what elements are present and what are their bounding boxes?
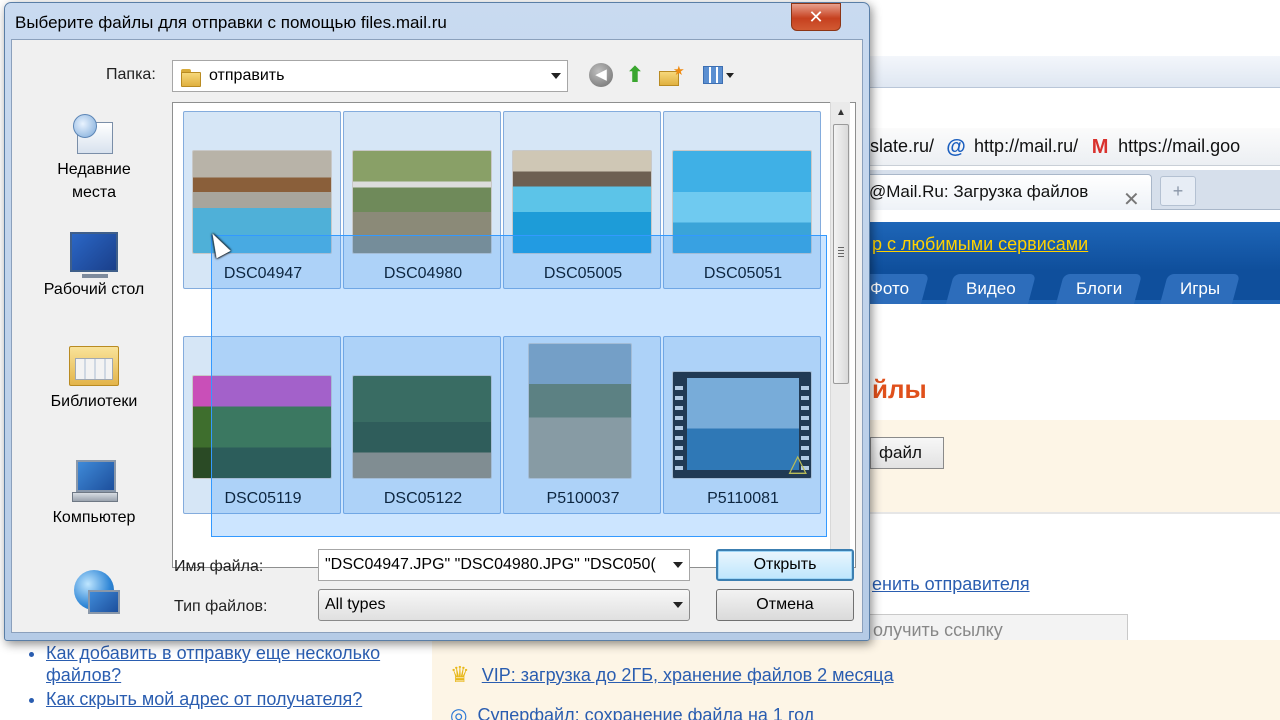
folder-dropdown[interactable]: отправить [172, 60, 568, 92]
view-menu-icon [702, 66, 734, 84]
gmail-icon: M [1091, 135, 1109, 158]
bookmark-mail-ru[interactable]: @ http://mail.ru/ [946, 136, 1078, 157]
folder-icon [181, 67, 201, 87]
bookmark-label: nslate.ru/ [860, 136, 935, 156]
dialog-title: Выберите файлы для отправки с помощью fi… [15, 13, 447, 32]
bookmark-label: https://mail.goo [1118, 136, 1241, 156]
place-label: Недавние [57, 161, 131, 178]
vertical-scrollbar[interactable]: ▲ ▼ [830, 102, 850, 568]
help-link-hide-address[interactable]: Как скрыть мой адрес от получателя? [46, 689, 362, 709]
help-links-list: Как добавить в отправку еще несколько фа… [46, 642, 426, 712]
folder-label: Папка: [106, 66, 156, 83]
promo-link[interactable]: р с любимыми сервисами [872, 234, 1088, 255]
bookmark-label: http://mail.ru/ [974, 136, 1079, 156]
new-folder-icon [659, 63, 685, 86]
change-sender-link[interactable]: енить отправителя [872, 574, 1030, 595]
nav-tab-games[interactable]: Игры [1159, 274, 1241, 304]
place-network[interactable] [18, 568, 170, 614]
view-grid-icon [702, 66, 723, 84]
place-computer[interactable]: Компьютер [18, 458, 170, 529]
crown-icon: ♛ [450, 662, 470, 687]
up-folder-button[interactable]: ⬆ [620, 60, 650, 90]
filetype-label: Тип файлов: [174, 598, 268, 615]
cancel-button[interactable]: Отмена [716, 589, 854, 621]
superfile-link[interactable]: Суперфайл: сохранение файла на 1 год [477, 705, 814, 720]
nav-tab-label: Игры [1180, 279, 1221, 298]
filetype-select[interactable]: All types [318, 589, 690, 621]
view-menu-button[interactable] [698, 60, 738, 90]
network-icon [70, 568, 120, 614]
list-item: Как скрыть мой адрес от получателя? [46, 688, 426, 710]
chevron-down-icon [551, 73, 561, 79]
filename-label: Имя файла: [174, 558, 264, 575]
grip-icon [838, 247, 844, 257]
places-bar: Недавние места Рабочий стол Библиотеки К… [18, 102, 170, 614]
help-link-add-files[interactable]: Как добавить в отправку еще несколько фа… [46, 643, 380, 685]
superfile-icon: ◎ [450, 705, 468, 720]
mail-header-bar: р с любимыми сервисами [860, 222, 1280, 270]
nav-tab-label: Фото [870, 279, 910, 298]
back-button[interactable]: ◀ [586, 60, 616, 90]
chevron-down-icon [673, 602, 683, 608]
place-label-2: места [72, 184, 116, 201]
selection-rectangle [211, 235, 827, 537]
browser-tab-mail-upload[interactable]: @Mail.Ru: Загрузка файлов ✕ [860, 174, 1152, 210]
bookmarks-bar: nslate.ru/ @ http://mail.ru/ M https://m… [860, 128, 1280, 166]
desktop-icon [70, 232, 118, 278]
scroll-up-icon[interactable]: ▲ [831, 104, 851, 122]
place-libraries[interactable]: Библиотеки [18, 342, 170, 413]
tab-close-icon[interactable]: ✕ [1123, 183, 1140, 210]
filename-field[interactable]: "DSC04947.JPG" "DSC04980.JPG" "DSC050( [318, 549, 690, 581]
browser-titlebar [860, 0, 1280, 56]
place-desktop[interactable]: Рабочий стол [18, 232, 170, 301]
recent-places-icon [71, 112, 117, 154]
browser-menu-row [860, 56, 1280, 88]
place-label: Библиотеки [50, 393, 138, 410]
scroll-thumb[interactable] [833, 124, 849, 384]
tab-title: @Mail.Ru: Загрузка файлов [869, 182, 1089, 201]
dialog-body: Папка: отправить ◀ ⬆ Недавние места [11, 39, 863, 633]
vip-link[interactable]: VIP: загрузка до 2ГБ, хранение файлов 2 … [482, 665, 894, 686]
back-icon: ◀ [589, 63, 613, 87]
file-list-pane[interactable]: DSC04947 DSC04980 DSC05005 DSC05051 DSC0… [172, 102, 856, 568]
browser-tab-strip: @Mail.Ru: Загрузка файлов ✕ + [860, 170, 1280, 210]
place-label: Компьютер [52, 509, 136, 526]
choose-file-button[interactable]: файл [870, 437, 944, 469]
folder-value: отправить [209, 67, 285, 84]
superfile-option: ◎ Суперфайл: сохранение файла на 1 год [450, 703, 814, 720]
file-open-dialog: Выберите файлы для отправки с помощью fi… [4, 2, 870, 641]
new-folder-button[interactable] [656, 60, 686, 90]
filetype-value: All types [325, 596, 386, 613]
nav-tab-video[interactable]: Видео [945, 274, 1036, 304]
chevron-down-icon [725, 72, 734, 78]
list-item: Как добавить в отправку еще несколько фа… [46, 642, 426, 686]
at-icon: @ [946, 135, 966, 158]
place-label: Рабочий стол [43, 281, 145, 298]
place-recent[interactable]: Недавние места [18, 112, 170, 204]
new-tab-button[interactable]: + [1160, 176, 1196, 206]
nav-tab-label: Видео [966, 279, 1016, 298]
bookmark-gmail[interactable]: M https://mail.goo [1090, 136, 1240, 157]
libraries-icon [69, 342, 119, 386]
up-folder-icon: ⬆ [625, 62, 645, 87]
bookmark-translate[interactable]: nslate.ru/ [860, 136, 934, 157]
computer-icon [70, 458, 118, 502]
mail-nav-tabs: Фото Видео Блоги Игры [849, 270, 1280, 304]
vip-option: ♛ VIP: загрузка до 2ГБ, хранение файлов … [450, 662, 894, 688]
nav-tab-label: Блоги [1076, 279, 1123, 298]
open-button[interactable]: Открыть [716, 549, 854, 581]
chevron-down-icon[interactable] [673, 562, 683, 568]
close-icon[interactable]: ✕ [791, 3, 841, 31]
filename-value: "DSC04947.JPG" "DSC04980.JPG" "DSC050( [325, 556, 656, 573]
divider [860, 512, 1280, 514]
upload-heading: йлы [872, 374, 927, 404]
nav-tab-blogs[interactable]: Блоги [1055, 274, 1143, 304]
